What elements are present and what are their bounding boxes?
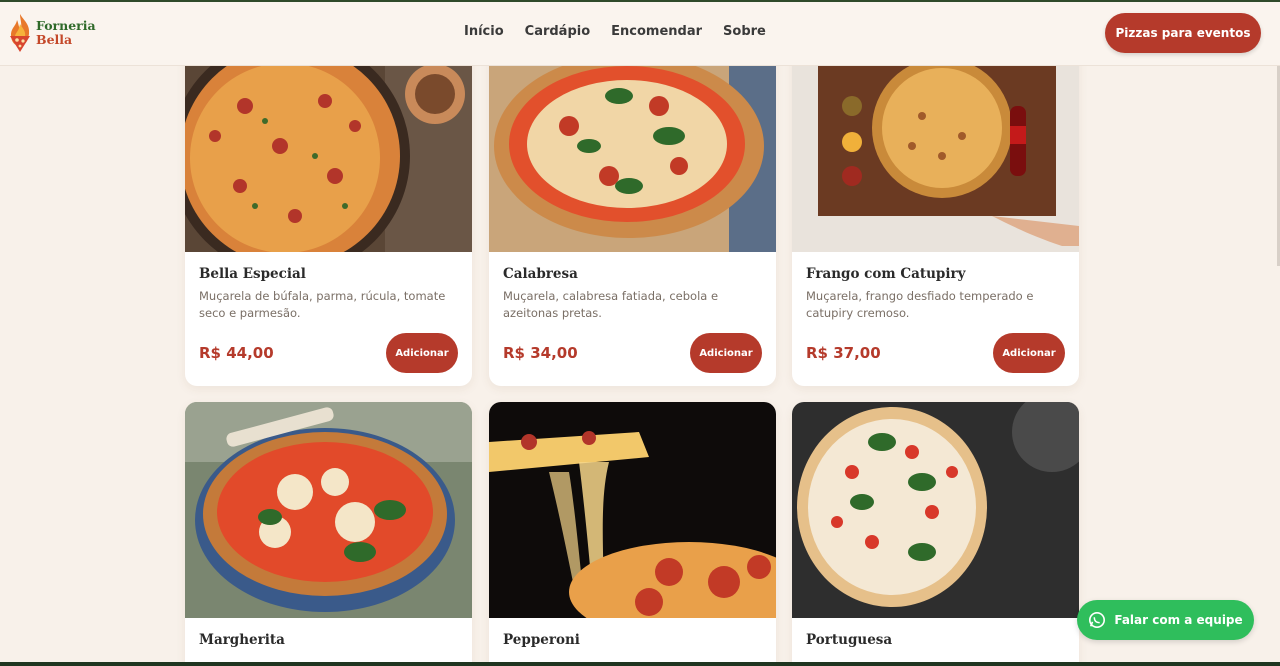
nav-link-cardapio[interactable]: Cardápio <box>525 24 591 39</box>
product-description: Muçarela, calabresa fatiada, cebola e az… <box>503 289 719 320</box>
whatsapp-icon <box>1089 611 1106 629</box>
product-image <box>185 402 472 618</box>
product-name: Frango com Catupiry <box>806 266 966 282</box>
events-pizza-button[interactable]: Pizzas para eventos <box>1105 13 1261 53</box>
product-card-pepperoni: Pepperoni <box>489 402 776 666</box>
brand-name: Forneria Bella <box>36 19 96 47</box>
product-name: Portuguesa <box>806 632 893 648</box>
product-price: R$ 37,00 <box>806 344 881 362</box>
product-description: Muçarela de búfala, parma, rúcula, tomat… <box>199 289 446 320</box>
whatsapp-button-label: Falar com a equipe <box>1114 613 1243 627</box>
product-card-calabresa: Calabresa Muçarela, calabresa fatiada, c… <box>489 36 776 386</box>
product-price: R$ 44,00 <box>199 344 274 362</box>
product-image <box>792 402 1079 618</box>
product-image <box>185 66 472 252</box>
product-card-portuguesa: Portuguesa <box>792 402 1079 666</box>
product-name: Calabresa <box>503 266 578 282</box>
product-card-margherita: Margherita <box>185 402 472 666</box>
product-name: Margherita <box>199 632 285 648</box>
brand-name-line1: Forneria <box>36 18 96 33</box>
site-header: Forneria Bella Início Cardápio Encomenda… <box>0 2 1280 66</box>
bottom-border <box>0 662 1280 666</box>
product-image <box>489 402 776 618</box>
add-to-cart-button[interactable]: Adicionar <box>386 333 458 373</box>
product-card-bella-especial: Bella Especial Muçarela de búfala, parma… <box>185 36 472 386</box>
brand-name-line2: Bella <box>36 32 73 47</box>
product-name: Bella Especial <box>199 266 306 282</box>
product-image <box>792 66 1079 252</box>
nav-link-inicio[interactable]: Início <box>464 24 504 39</box>
nav-link-encomendar[interactable]: Encomendar <box>611 24 702 39</box>
whatsapp-chat-button[interactable]: Falar com a equipe <box>1077 600 1254 640</box>
add-to-cart-button[interactable]: Adicionar <box>993 333 1065 373</box>
product-description: Muçarela, frango desfiado temperado e ca… <box>806 289 1034 320</box>
product-name: Pepperoni <box>503 632 580 648</box>
main-nav: Início Cardápio Encomendar Sobre <box>464 24 787 39</box>
nav-link-sobre[interactable]: Sobre <box>723 24 766 39</box>
flame-pizza-icon <box>10 14 30 52</box>
product-card-frango-catupiry: Frango com Catupiry Muçarela, frango des… <box>792 36 1079 386</box>
brand-logo[interactable]: Forneria Bella <box>6 12 96 54</box>
add-to-cart-button[interactable]: Adicionar <box>690 333 762 373</box>
product-price: R$ 34,00 <box>503 344 578 362</box>
product-image <box>489 66 776 252</box>
